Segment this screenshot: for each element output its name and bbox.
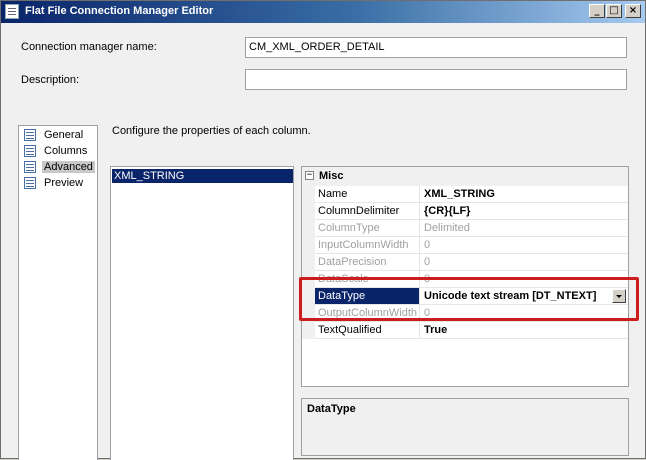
property-name: OutputColumnWidth [315,305,420,322]
property-name: ColumnType [315,220,420,237]
row-gutter [302,322,315,339]
property-row-datatype[interactable]: DataType Unicode text stream [DT_NTEXT] [302,288,628,305]
property-row-inputcolumnwidth: InputColumnWidth 0 [302,237,628,254]
property-value: Unicode text stream [DT_NTEXT] [424,290,597,302]
property-value: 0 [420,305,628,322]
nav-item-preview[interactable]: Preview [22,176,98,191]
maximize-button[interactable]: □ [606,4,622,18]
property-name: DataPrecision [315,254,420,271]
window-title: Flat File Connection Manager Editor [25,5,214,17]
collapse-icon[interactable]: − [305,171,314,180]
connection-name-field[interactable]: CM_XML_ORDER_DETAIL [245,37,627,58]
property-value: 0 [420,271,628,288]
title-bar[interactable]: Flat File Connection Manager Editor _ □ … [1,1,645,23]
row-gutter [302,305,315,322]
property-name: TextQualified [315,322,420,339]
property-description-panel: DataType [301,398,629,456]
category-row-misc[interactable]: − Misc [302,167,628,186]
property-value[interactable]: XML_STRING [420,186,628,203]
general-icon [24,129,36,141]
nav-panel: General Columns Advanced Preview [18,125,98,460]
row-gutter [302,254,315,271]
nav-item-columns[interactable]: Columns [22,144,98,159]
category-label: Misc [319,170,344,182]
property-row-outputcolumnwidth: OutputColumnWidth 0 [302,305,628,322]
close-button[interactable]: × [625,4,641,18]
property-name: DataScale [315,271,420,288]
datatype-dropdown[interactable]: Unicode text stream [DT_NTEXT] [420,288,628,305]
column-list[interactable]: XML_STRING [110,166,294,460]
property-row-dataprecision: DataPrecision 0 [302,254,628,271]
property-name: InputColumnWidth [315,237,420,254]
advanced-icon [24,161,36,173]
editor-window: Flat File Connection Manager Editor _ □ … [0,0,646,460]
row-gutter [302,203,315,220]
row-gutter [302,237,315,254]
flat-file-icon [5,4,19,19]
property-row-columndelimiter[interactable]: ColumnDelimiter {CR}{LF} [302,203,628,220]
row-gutter [302,271,315,288]
property-row-textqualified[interactable]: TextQualified True [302,322,628,339]
nav-item-label: Columns [44,145,88,157]
property-row-columntype: ColumnType Delimited [302,220,628,237]
property-name: ColumnDelimiter [315,203,420,220]
list-item[interactable]: XML_STRING [112,169,293,183]
nav-item-label: Preview [44,177,84,189]
nav-item-general[interactable]: General [22,128,98,143]
property-row-datascale: DataScale 0 [302,271,628,288]
property-value[interactable]: True [420,322,628,339]
property-value: 0 [420,254,628,271]
property-value[interactable]: {CR}{LF} [420,203,628,220]
property-row-name[interactable]: Name XML_STRING [302,186,628,203]
instruction-text: Configure the properties of each column. [112,125,311,137]
property-value: 0 [420,237,628,254]
property-value: Delimited [420,220,628,237]
property-name: DataType [315,288,420,305]
nav-item-advanced[interactable]: Advanced [22,160,98,175]
property-name: Name [315,186,420,203]
nav-item-label: General [44,129,84,141]
minimize-button[interactable]: _ [589,4,605,18]
preview-icon [24,177,36,189]
row-gutter [302,186,315,203]
description-label: Description: [21,74,80,86]
property-grid: − Misc Name XML_STRING ColumnDelimiter {… [301,166,629,387]
chevron-down-icon[interactable] [612,289,626,303]
row-gutter [302,220,315,237]
columns-icon [24,145,36,157]
row-gutter [302,288,315,305]
description-title: DataType [307,403,356,415]
connection-name-label: Connection manager name: [21,41,157,53]
description-field[interactable] [245,69,627,90]
nav-item-label: Advanced [42,161,95,173]
